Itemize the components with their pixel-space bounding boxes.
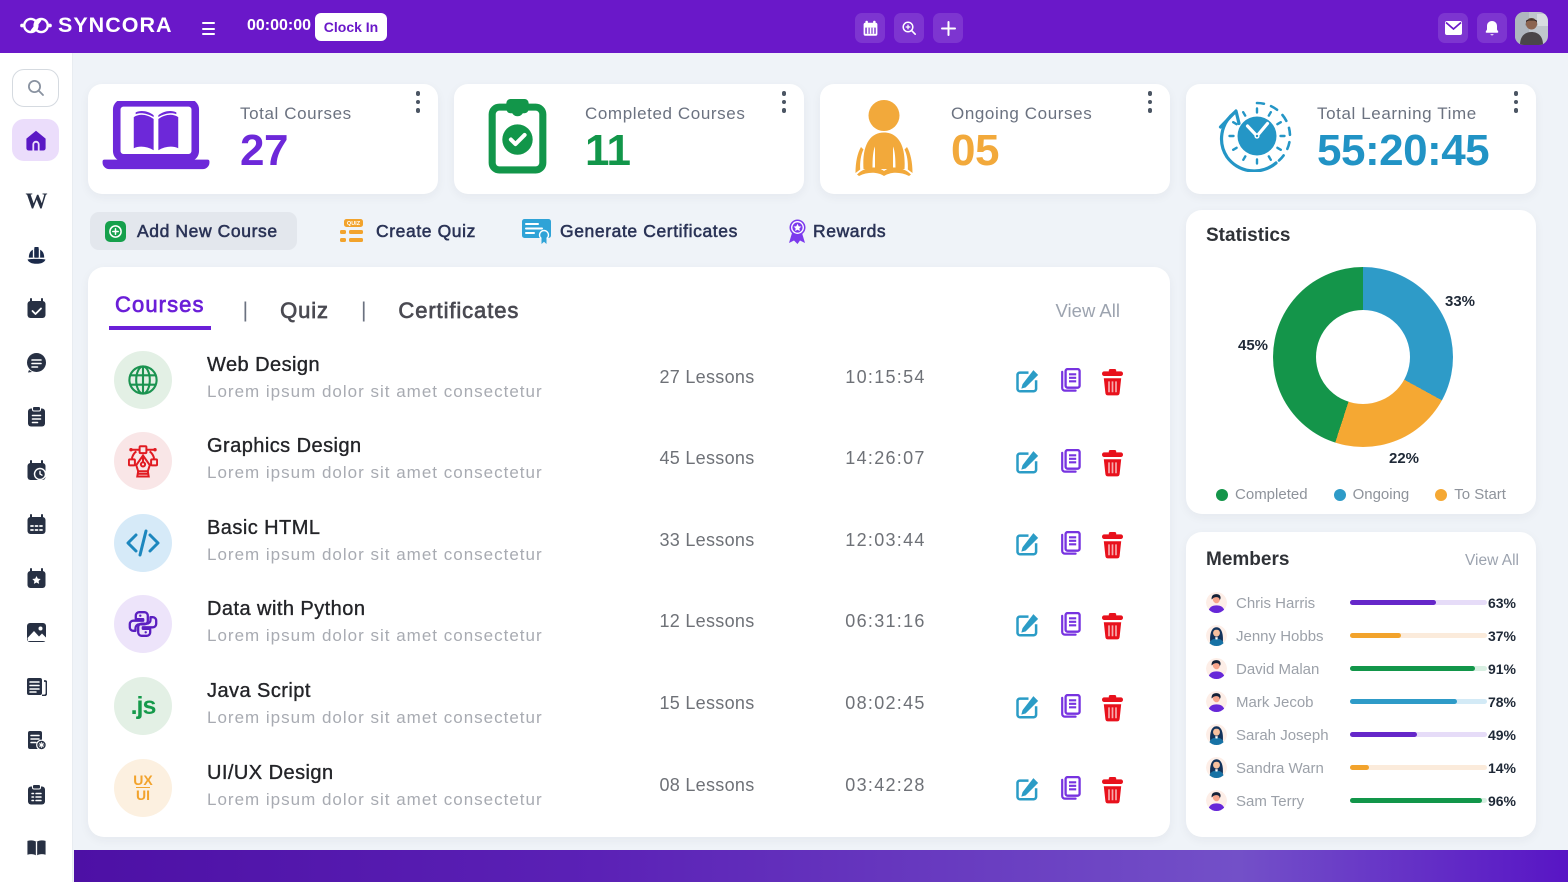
svg-text:QUIZ: QUIZ bbox=[347, 221, 361, 227]
